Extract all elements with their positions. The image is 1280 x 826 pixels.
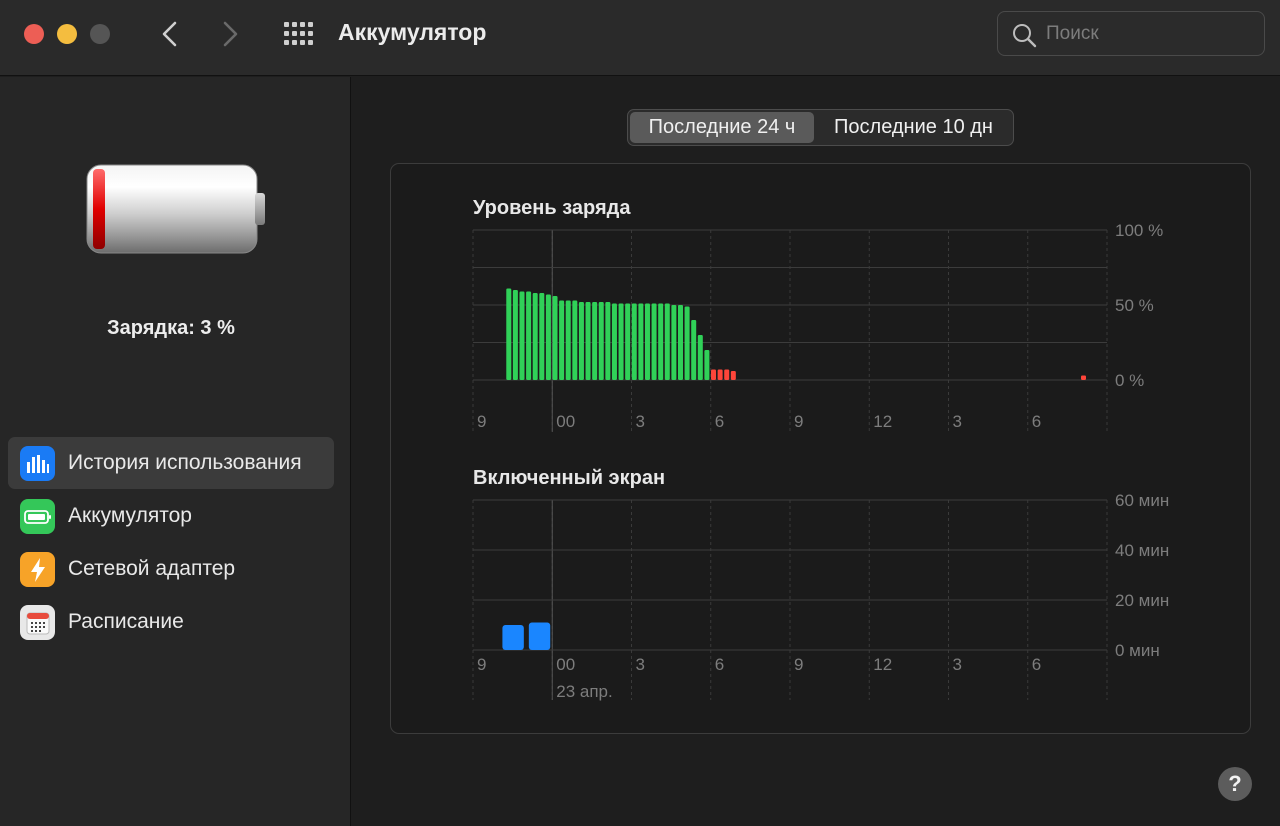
show-all-button[interactable] — [280, 18, 316, 50]
chevron-right-icon — [223, 21, 238, 47]
battery-level-icon — [86, 164, 265, 254]
title-bar: Аккумулятор — [0, 0, 1280, 76]
y-tick-label: 40 мин — [1115, 541, 1169, 560]
charge-bar — [618, 303, 624, 380]
charge-bar — [539, 293, 545, 380]
sidebar-item-usage-history[interactable]: История использования — [8, 437, 334, 489]
charge-bar — [638, 303, 644, 380]
charge-bar — [598, 302, 604, 380]
x-tick-label: 12 — [873, 655, 892, 674]
minimize-window-button[interactable] — [57, 24, 77, 44]
charge-bar — [545, 294, 551, 380]
charge-bar — [512, 290, 518, 380]
battery-icon — [20, 499, 55, 534]
charge-bar — [578, 302, 584, 380]
sidebar-item-schedule[interactable]: Расписание — [8, 596, 334, 648]
search-input[interactable] — [1046, 20, 1251, 48]
y-tick-label: 50 % — [1115, 296, 1154, 315]
charge-bar — [552, 296, 558, 380]
charge-bar — [565, 300, 571, 380]
charge-bar — [717, 369, 723, 380]
charge-bar — [651, 303, 657, 380]
x-tick-label: 00 — [556, 412, 575, 431]
charge-bar — [506, 288, 512, 380]
calendar-icon — [20, 605, 55, 640]
charge-bar — [677, 305, 683, 380]
zoom-window-button[interactable] — [90, 24, 110, 44]
charge-bar — [592, 302, 598, 380]
charge-bar — [691, 320, 697, 380]
x-tick-label: 00 — [556, 655, 575, 674]
bar-chart-icon — [20, 446, 55, 481]
window-title: Аккумулятор — [338, 19, 487, 45]
tab-last-10-days[interactable]: Последние 10 дн — [816, 112, 1011, 143]
charge-bar — [730, 371, 736, 380]
x-tick-label: 9 — [477, 412, 486, 431]
charge-bar — [625, 303, 631, 380]
charge-bar — [704, 350, 710, 380]
charge-bar — [644, 303, 650, 380]
charge-bar — [605, 302, 611, 380]
back-button[interactable] — [152, 16, 188, 52]
x-date-label: 23 апр. — [556, 682, 612, 701]
x-tick-label: 6 — [715, 655, 724, 674]
x-tick-label: 9 — [794, 412, 803, 431]
x-tick-label: 6 — [1032, 412, 1041, 431]
charge-bar — [658, 303, 664, 380]
y-tick-label: 20 мин — [1115, 591, 1169, 610]
charge-bar — [532, 293, 538, 380]
chart-title: Уровень заряда — [473, 197, 631, 219]
range-segmented-control: Последние 24 ч Последние 10 дн — [627, 109, 1014, 146]
charge-bar — [684, 306, 690, 380]
sidebar-item-label: Сетевой адаптер — [68, 557, 236, 580]
search-field[interactable] — [997, 11, 1265, 56]
x-tick-label: 9 — [477, 655, 486, 674]
y-tick-label: 0 % — [1115, 371, 1144, 390]
charge-bar — [724, 369, 730, 380]
search-icon — [1013, 24, 1037, 48]
x-tick-label: 3 — [636, 412, 645, 431]
charts-panel: Уровень заряда 100 % 50 % 0 % 9 00 3 6 9 12 3 6 Вклю… — [390, 163, 1251, 734]
charge-bar — [611, 303, 617, 380]
charge-bar — [1081, 375, 1087, 380]
x-tick-label: 6 — [1032, 655, 1041, 674]
sidebar: Зарядка: 3 % История использования Аккум… — [0, 77, 351, 826]
close-window-button[interactable] — [24, 24, 44, 44]
x-tick-label: 6 — [715, 412, 724, 431]
help-button[interactable]: ? — [1218, 767, 1252, 801]
charge-bar — [526, 291, 532, 380]
charge-bar — [664, 303, 670, 380]
x-tick-label: 9 — [794, 655, 803, 674]
sidebar-item-label: Расписание — [68, 610, 184, 633]
screen-on-bar — [502, 625, 524, 650]
x-tick-label: 3 — [953, 655, 962, 674]
chart-title: Включенный экран — [473, 467, 665, 489]
x-tick-label: 12 — [873, 412, 892, 431]
x-tick-label: 3 — [636, 655, 645, 674]
y-tick-label: 60 мин — [1115, 491, 1169, 510]
charge-bar — [711, 369, 717, 380]
screen-on-bar — [528, 622, 551, 650]
charge-bar — [559, 300, 565, 380]
y-tick-label: 100 % — [1115, 221, 1163, 240]
sidebar-item-label: Аккумулятор — [68, 504, 192, 527]
chevron-left-icon — [162, 21, 177, 47]
sidebar-item-power-adapter[interactable]: Сетевой адаптер — [8, 543, 334, 595]
y-tick-label: 0 мин — [1115, 641, 1160, 660]
sidebar-item-label: История использования — [68, 451, 302, 474]
sidebar-item-battery[interactable]: Аккумулятор — [8, 490, 334, 542]
charge-bar — [697, 335, 703, 380]
charge-bar — [671, 305, 677, 380]
charge-bar — [631, 303, 637, 380]
tab-last-24-hours[interactable]: Последние 24 ч — [630, 112, 814, 143]
usage-charts: Уровень заряда 100 % 50 % 0 % 9 00 3 6 9 12 3 6 Вклю… — [472, 197, 1169, 701]
charge-status: Зарядка: 3 % — [107, 317, 235, 339]
charge-bar — [519, 291, 525, 380]
x-tick-label: 3 — [953, 412, 962, 431]
charge-bar — [572, 300, 578, 380]
charge-bar — [585, 302, 591, 380]
forward-button[interactable] — [212, 16, 248, 52]
lightning-icon — [20, 552, 55, 587]
